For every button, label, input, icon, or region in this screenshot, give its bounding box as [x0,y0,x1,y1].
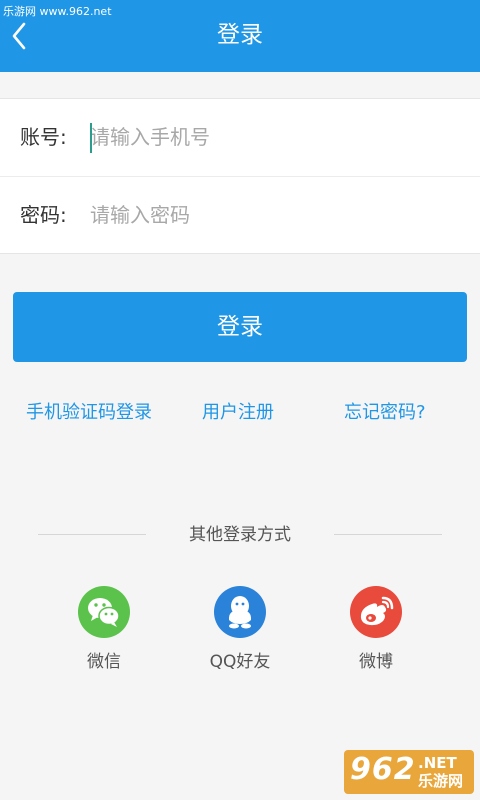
account-input[interactable] [90,119,460,155]
account-label: 账号: [20,125,67,149]
text-caret [90,123,92,153]
other-login-title: 其他登录方式 [189,525,291,545]
wechat-icon [78,586,130,638]
app-header: 乐游网 www.962.net 登录 [0,0,480,72]
login-page: 乐游网 www.962.net 登录 账号: 密码: 登录 手机验证码登录 用户… [0,0,480,800]
password-row: 密码: [0,177,480,254]
divider-right [334,534,442,535]
status-site-text: 乐游网 www.962.net [3,5,112,18]
watermark-suffix: .NET [418,754,457,772]
qq-icon [214,586,266,638]
weibo-icon [350,586,402,638]
wechat-login-button[interactable]: 微信 [54,586,154,674]
forgot-password-link[interactable]: 忘记密码? [344,400,426,426]
qq-login-button[interactable]: QQ好友 [190,586,290,674]
wechat-label: 微信 [87,652,121,672]
page-title: 登录 [217,22,263,48]
site-watermark-logo: 962 .NET 乐游网 [344,750,474,794]
login-form: 账号: 密码: [0,98,480,254]
sms-login-link[interactable]: 手机验证码登录 [26,400,152,426]
password-label: 密码: [20,203,67,227]
watermark-number: 962 [350,752,416,787]
weibo-login-button[interactable]: 微博 [326,586,426,674]
account-row: 账号: [0,99,480,177]
register-link[interactable]: 用户注册 [202,400,274,426]
login-button[interactable]: 登录 [13,292,467,362]
qq-label: QQ好友 [209,652,271,672]
watermark-cn: 乐游网 [418,772,464,790]
weibo-label: 微博 [359,652,393,672]
password-input[interactable] [90,197,460,233]
